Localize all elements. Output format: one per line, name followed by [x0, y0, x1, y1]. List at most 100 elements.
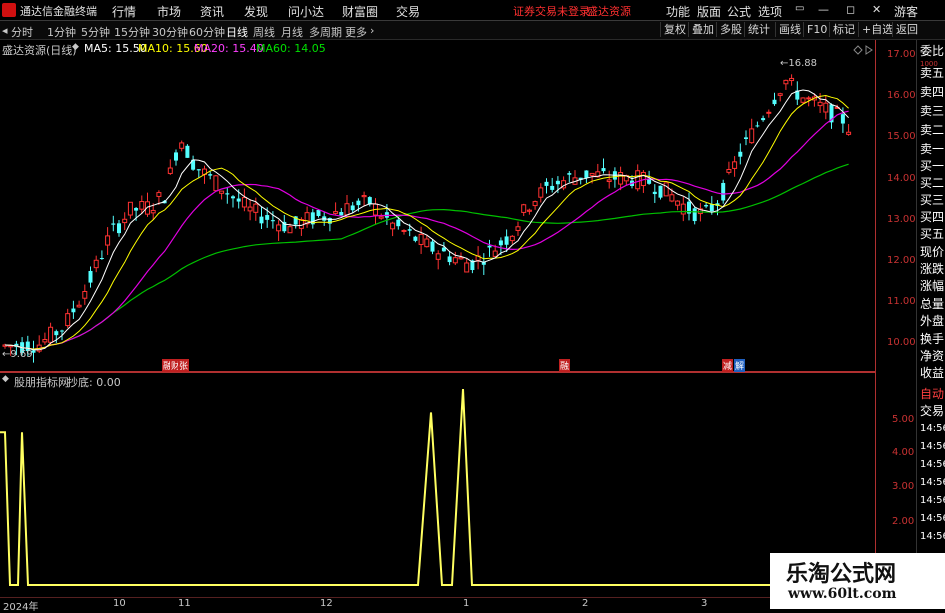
candle-body	[458, 256, 464, 260]
candle-body	[71, 308, 76, 313]
period-daily[interactable]: 日线	[226, 24, 248, 40]
candle-body	[647, 179, 652, 184]
menu-layout[interactable]: 版面	[697, 3, 721, 20]
candle-body	[134, 207, 139, 211]
mark-button[interactable]: 标记	[829, 22, 858, 37]
candle-body	[464, 262, 470, 273]
period-weekly[interactable]: 周线	[253, 24, 275, 40]
auto-button[interactable]: 自动	[920, 385, 944, 402]
candle-body	[156, 192, 162, 197]
trade-login-warning[interactable]: 证券交易未登录	[513, 3, 590, 19]
low-price-label: ←9.69	[2, 349, 33, 360]
trade-button[interactable]: 交易	[920, 402, 944, 419]
candle-body	[509, 235, 515, 242]
candle-body	[435, 253, 441, 260]
candle-body	[452, 257, 458, 264]
menu-trade[interactable]: 交易	[396, 3, 420, 20]
kline-chart[interactable]	[0, 40, 876, 372]
menu-wealth-circle[interactable]: 财富圈	[342, 3, 378, 20]
add-watchlist-button[interactable]: +自选	[858, 22, 896, 37]
menu-quotes[interactable]: 行情	[112, 3, 136, 20]
candle-body	[270, 220, 275, 222]
period-multi[interactable]: 多周期	[309, 24, 342, 40]
period-1min[interactable]: 1分钟	[47, 24, 76, 40]
period-15min[interactable]: 15分钟	[114, 24, 150, 40]
low-price-value: 9.69	[10, 349, 33, 360]
candle-body	[709, 204, 714, 212]
candle-body	[584, 170, 589, 178]
candle-body	[726, 168, 732, 173]
multi-stock-button[interactable]: 多股	[716, 22, 745, 37]
candle-body	[304, 212, 310, 225]
back-button[interactable]: 返回	[892, 22, 921, 37]
menu-news[interactable]: 资讯	[200, 3, 224, 20]
price-tick: 16.00	[887, 90, 916, 101]
candle-body	[441, 247, 446, 252]
event-marker-margin-2[interactable]: 融	[559, 359, 571, 372]
time-label: 10	[113, 598, 126, 609]
candle-body	[350, 205, 355, 211]
candle-body	[652, 191, 657, 195]
ma-dropdown-icon[interactable]: ◆	[72, 42, 79, 52]
maximize-icon[interactable]: ◻	[846, 3, 855, 16]
collapse-icon[interactable]	[865, 45, 873, 55]
menu-options[interactable]: 选项	[758, 3, 782, 20]
price-tick: 17.00	[887, 49, 916, 60]
candle-body	[225, 193, 230, 195]
quote-field-ask3: 卖三	[920, 104, 945, 118]
candle-body	[663, 182, 669, 197]
indicator-name[interactable]: 股朋指标网	[14, 374, 69, 390]
period-5min[interactable]: 5分钟	[81, 24, 110, 40]
quote-field-ask5: 卖五	[920, 66, 945, 80]
candle-body	[231, 196, 235, 199]
candle-body	[806, 97, 812, 100]
indicator-line	[0, 389, 876, 586]
candle-body	[42, 339, 48, 343]
indicator-tick: 3.00	[892, 481, 915, 492]
guest-user[interactable]: 游客	[894, 3, 918, 20]
candle-body	[344, 203, 350, 216]
diamond-icon[interactable]	[853, 45, 863, 55]
time-label: 1	[463, 598, 470, 609]
tick-time: 14:56	[920, 441, 945, 452]
menu-assistant[interactable]: 问小达	[288, 3, 324, 20]
candle-body	[424, 238, 430, 248]
menu-market[interactable]: 市场	[157, 3, 181, 20]
indicator-tick: 5.00	[892, 414, 915, 425]
event-marker-rise[interactable]: 张	[178, 359, 190, 372]
candle-body	[298, 219, 304, 229]
candle-body	[247, 206, 253, 212]
menu-arrow-icon[interactable]: ◂	[2, 24, 8, 37]
overlay-button[interactable]: 叠加	[688, 22, 717, 37]
menu-formula[interactable]: 公式	[727, 3, 751, 20]
candle-body	[692, 208, 697, 222]
period-more[interactable]: 更多	[345, 24, 367, 40]
candle-body	[675, 200, 681, 206]
candle-body	[174, 152, 178, 161]
close-icon[interactable]: ✕	[872, 3, 881, 16]
f10-button[interactable]: F10	[803, 22, 830, 37]
period-60min[interactable]: 60分钟	[189, 24, 225, 40]
high-price-value: 16.88	[788, 58, 818, 69]
draw-button[interactable]: 画线	[775, 22, 804, 37]
candle-body	[396, 219, 401, 227]
period-30min[interactable]: 30分钟	[152, 24, 188, 40]
period-intraday[interactable]: 分时	[11, 24, 33, 40]
period-monthly[interactable]: 月线	[281, 24, 303, 40]
candle-body	[755, 125, 760, 127]
menu-functions[interactable]: 功能	[666, 3, 690, 20]
candle-body	[99, 258, 104, 260]
ma60-value: MA60: 14.05	[256, 42, 326, 55]
candle-body	[111, 223, 116, 225]
quote-field-change: 涨跌	[920, 262, 945, 276]
indicator-dropdown-icon[interactable]: ◆	[2, 374, 9, 384]
event-marker-unlock[interactable]: 解	[734, 359, 746, 372]
adjust-button[interactable]: 复权	[660, 22, 689, 37]
stats-button[interactable]: 统计	[744, 22, 773, 37]
indicator-chart[interactable]	[0, 372, 876, 597]
more-chevron-icon[interactable]: ›	[370, 24, 374, 37]
window-ctrl-icon[interactable]: —	[818, 3, 829, 16]
minimize-button[interactable]: ▭	[795, 3, 804, 14]
menu-discover[interactable]: 发现	[244, 3, 268, 20]
event-marker-reduce[interactable]: 减	[722, 359, 734, 372]
